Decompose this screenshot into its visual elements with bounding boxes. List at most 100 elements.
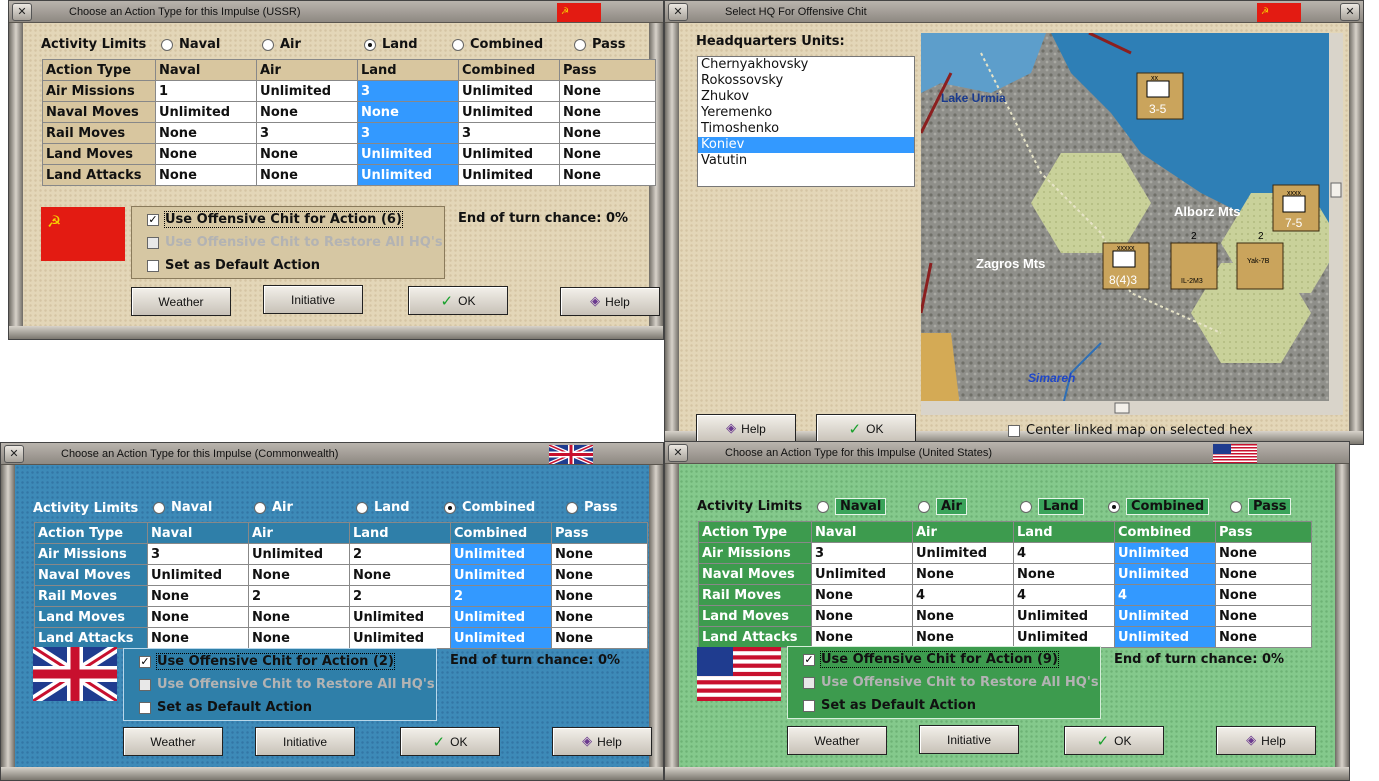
radio-land[interactable]: Land	[1020, 498, 1084, 515]
check-icon: ✓	[440, 291, 454, 310]
map-hscroll-thumb[interactable]	[1114, 402, 1130, 414]
table-row: Naval Moves Unlimited None None Unlimited Non…	[698, 563, 1312, 585]
initiative-button[interactable]: Initiative	[255, 727, 355, 756]
svg-text:3-5: 3-5	[1149, 102, 1167, 116]
end-turn-chance: End of turn chance: 0%	[1114, 652, 1285, 667]
radio-naval[interactable]: Naval	[817, 498, 887, 515]
close-icon[interactable]: ✕	[668, 444, 688, 462]
title-bar[interactable]: ✕ Select HQ For Offensive Chit ☭ ✕	[665, 1, 1363, 23]
help-button[interactable]: ◈ Help	[552, 727, 652, 756]
activity-table: Action Type Naval Air Land Combined Pass Air …	[34, 522, 648, 649]
list-item[interactable]: Koniev	[698, 137, 914, 153]
weather-button[interactable]: Weather	[123, 727, 223, 756]
svg-text:IL-2M3: IL-2M3	[1181, 278, 1203, 285]
radio-naval[interactable]: Naval	[153, 500, 212, 515]
table-row: Naval Moves Unlimited None None Unlimited Non…	[34, 564, 648, 586]
radio-combined[interactable]: Combined	[1108, 498, 1210, 515]
restore-hq-checkbox[interactable]: Use Offensive Chit to Restore All HQ's	[147, 235, 443, 250]
uk-flag-icon	[549, 445, 593, 464]
title-bar[interactable]: ✕ Choose an Action Type for this Impulse…	[1, 443, 663, 465]
default-action-checkbox[interactable]: Set as Default Action	[147, 258, 320, 273]
help-button[interactable]: ◈ Help	[560, 287, 660, 316]
list-item[interactable]: Yeremenko	[698, 105, 914, 121]
table-row: Air Missions 1 Unlimited 3 Unlimited None	[42, 80, 656, 102]
map-label-lake: Lake Urmia	[941, 91, 1006, 105]
book-icon: ◈	[590, 294, 601, 309]
book-icon: ◈	[1246, 733, 1257, 748]
help-button[interactable]: ◈ Help	[696, 414, 796, 443]
radio-pass[interactable]: Pass	[574, 37, 625, 52]
map-vscroll[interactable]	[1329, 33, 1343, 415]
hq-list[interactable]: Chernyakhovsky Rokossovsky Zhukov Yereme…	[697, 56, 915, 187]
weather-button[interactable]: Weather	[131, 287, 231, 316]
radio-air[interactable]: Air	[918, 498, 967, 515]
ok-button[interactable]: ✓ OK	[1064, 726, 1164, 755]
radio-pass[interactable]: Pass	[1230, 498, 1292, 515]
list-item[interactable]: Rokossovsky	[698, 73, 914, 89]
radio-land[interactable]: Land	[356, 500, 410, 515]
default-action-checkbox[interactable]: Set as Default Action	[139, 700, 312, 715]
window-title: Choose an Action Type for this Impulse (…	[69, 6, 301, 18]
radio-combined[interactable]: Combined	[452, 37, 543, 52]
uk-flag-icon	[33, 647, 117, 701]
table-row: Land Attacks None None Unlimited Unlimited No…	[698, 626, 1312, 648]
close-icon[interactable]: ✕	[668, 3, 688, 21]
list-item[interactable]: Chernyakhovsky	[698, 57, 914, 73]
table-row: Land Moves None None Unlimited Unlimited None	[34, 606, 648, 628]
title-bar[interactable]: ✕ Choose an Action Type for this Impulse…	[9, 1, 663, 23]
radio-air[interactable]: Air	[254, 500, 293, 515]
table-row: Naval Moves Unlimited None None Unlimited Non…	[42, 101, 656, 123]
radio-naval[interactable]: Naval	[161, 37, 220, 52]
svg-text:Yak-7B: Yak-7B	[1247, 258, 1270, 265]
hex-map[interactable]: Lake Urmia Alborz Mts Zagros Mts Simareh…	[921, 33, 1343, 415]
map-label-city: Simareh	[1028, 371, 1075, 385]
map-vscroll-thumb[interactable]	[1330, 182, 1342, 198]
svg-text:xx: xx	[1151, 75, 1159, 82]
restore-hq-checkbox[interactable]: Use Offensive Chit to Restore All HQ's	[139, 677, 435, 692]
list-item[interactable]: Timoshenko	[698, 121, 914, 137]
list-item[interactable]: Vatutin	[698, 153, 914, 169]
table-row: Rail Moves None 3 3 3 None	[42, 122, 656, 144]
book-icon: ◈	[582, 734, 593, 749]
initiative-button[interactable]: Initiative	[263, 285, 363, 314]
counter-hq-1[interactable]: xx 3-5	[1136, 72, 1184, 120]
activity-limits-label: Activity Limits	[697, 499, 803, 514]
hq-dialog: ✕ Select HQ For Offensive Chit ☭ ✕ Headq…	[664, 0, 1364, 445]
window-title: Choose an Action Type for this Impulse (…	[725, 447, 992, 459]
offensive-chit-checkbox[interactable]: ✓ Use Offensive Chit for Action (6)	[147, 211, 403, 228]
ok-button[interactable]: ✓ OK	[408, 286, 508, 315]
map-label-alborz: Alborz Mts	[1174, 204, 1240, 219]
offensive-chit-checkbox[interactable]: ✓ Use Offensive Chit for Action (2)	[139, 653, 395, 670]
radio-land[interactable]: Land	[364, 37, 418, 52]
activity-limits-label: Activity Limits	[33, 501, 139, 516]
counter-hq-2[interactable]: xxxx 7-5	[1272, 184, 1320, 232]
close-icon[interactable]: ✕	[12, 3, 32, 21]
radio-air[interactable]: Air	[262, 37, 301, 52]
check-icon: ✓	[1096, 731, 1110, 750]
dialog-body: Activity Limits Naval Air Land Combined …	[679, 464, 1335, 767]
ussr-flag-icon: ☭	[41, 207, 125, 261]
table-row: Rail Moves None 2 2 2 None	[34, 585, 648, 607]
table-row: Land Moves None None Unlimited Unlimited None	[698, 605, 1312, 627]
close-icon[interactable]: ✕	[1340, 3, 1360, 21]
radio-pass[interactable]: Pass	[566, 500, 617, 515]
restore-hq-checkbox[interactable]: Use Offensive Chit to Restore All HQ's	[803, 675, 1099, 690]
help-button[interactable]: ◈ Help	[1216, 726, 1316, 755]
weather-button[interactable]: Weather	[787, 726, 887, 755]
offensive-chit-checkbox[interactable]: ✓ Use Offensive Chit for Action (9)	[803, 651, 1059, 668]
svg-text:☭: ☭	[47, 214, 61, 231]
window-title: Choose an Action Type for this Impulse (…	[61, 448, 339, 460]
ok-button[interactable]: ✓ OK	[816, 414, 916, 443]
default-action-checkbox[interactable]: Set as Default Action	[803, 698, 976, 713]
us-flag-icon	[697, 647, 781, 701]
title-bar[interactable]: ✕ Choose an Action Type for this Impulse…	[665, 442, 1349, 464]
us-flag-icon	[1213, 444, 1257, 463]
ussr-flag-icon: ☭	[557, 3, 601, 22]
counter-hq-3[interactable]: xxxxx 8(4)3	[1102, 242, 1150, 290]
center-map-checkbox[interactable]: Center linked map on selected hex	[1008, 423, 1253, 438]
radio-combined[interactable]: Combined	[444, 500, 535, 515]
list-item[interactable]: Zhukov	[698, 89, 914, 105]
ok-button[interactable]: ✓ OK	[400, 727, 500, 756]
close-icon[interactable]: ✕	[4, 445, 24, 463]
initiative-button[interactable]: Initiative	[919, 725, 1019, 754]
